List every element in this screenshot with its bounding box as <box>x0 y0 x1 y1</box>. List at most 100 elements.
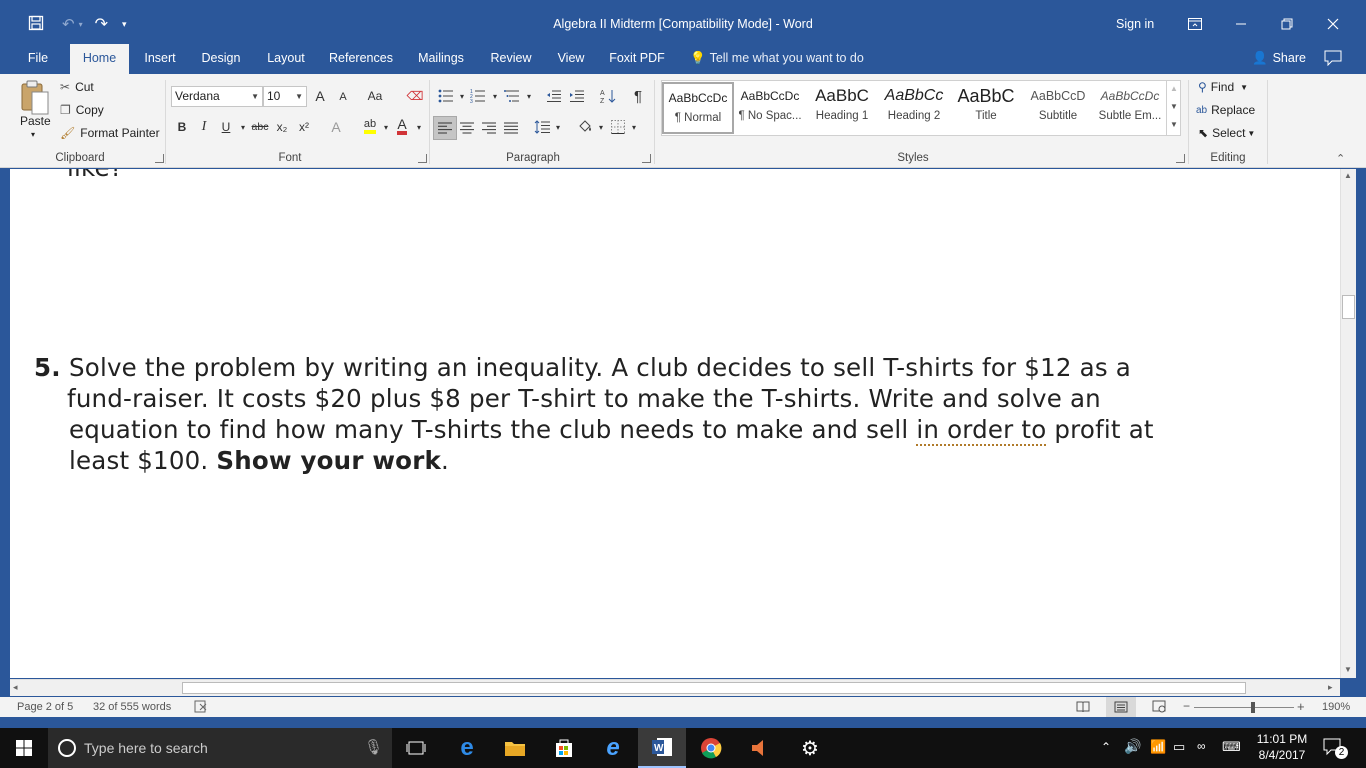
document-canvas[interactable]: like? 5. Solve the problem by writing an… <box>10 169 1340 678</box>
chevron-down-icon[interactable]: ▼ <box>1167 98 1181 116</box>
proofing-icon[interactable] <box>194 700 208 716</box>
word-taskbar-icon[interactable]: W <box>638 728 686 768</box>
align-center-icon[interactable] <box>457 118 477 138</box>
font-size-combo[interactable]: 10 ▼ <box>263 86 307 107</box>
file-explorer-icon[interactable] <box>491 728 539 768</box>
horizontal-scroll-thumb[interactable] <box>182 682 1246 694</box>
comments-icon[interactable] <box>1324 50 1342 69</box>
tab-review[interactable]: Review <box>486 44 536 74</box>
font-size-dropdown-icon[interactable]: ▼ <box>295 87 303 106</box>
show-formatting-button[interactable]: ¶ <box>628 86 648 106</box>
close-button[interactable] <box>1310 0 1356 48</box>
vertical-scrollbar[interactable]: ▲ ▼ <box>1340 169 1356 678</box>
cut-button[interactable]: ✂ Cut <box>60 80 94 94</box>
select-dropdown-icon[interactable]: ▼ <box>1247 129 1255 138</box>
paste-icon[interactable] <box>20 80 50 116</box>
clipboard-launcher-icon[interactable] <box>155 154 164 163</box>
clock[interactable]: 11:01 PM 8/4/2017 <box>1256 731 1308 763</box>
style-no-spacing[interactable]: AaBbCcDc ¶ No Spac... <box>734 82 806 134</box>
styles-scroll[interactable]: ▲ ▼ ▼ <box>1166 80 1181 136</box>
microphone-icon[interactable]: 🎙 <box>364 738 383 756</box>
save-icon[interactable] <box>28 15 46 33</box>
bold-button[interactable]: B <box>172 117 192 137</box>
settings-gear-icon[interactable]: ⚙ <box>786 728 834 768</box>
store-icon[interactable] <box>540 728 588 768</box>
style-subtitle[interactable]: AaBbCcD Subtitle <box>1022 82 1094 134</box>
more-styles-icon[interactable]: ▼ <box>1167 116 1181 134</box>
redo-icon[interactable]: ↷ <box>95 14 108 34</box>
multilevel-dropdown-icon[interactable]: ▾ <box>519 86 539 106</box>
grow-font-button[interactable]: A <box>310 86 330 106</box>
chevron-up-icon[interactable]: ▲ <box>1167 80 1181 98</box>
volume-icon[interactable]: 🔊 <box>1124 738 1141 755</box>
zoom-in-icon[interactable]: + <box>1297 699 1305 714</box>
sort-icon[interactable]: AZ <box>598 86 618 106</box>
print-layout-button[interactable] <box>1106 697 1136 717</box>
format-painter-button[interactable]: 🖌 Format Painter <box>60 126 160 140</box>
font-color-dropdown-icon[interactable]: ▾ <box>409 117 429 137</box>
font-name-dropdown-icon[interactable]: ▼ <box>251 87 259 106</box>
copy-button[interactable]: ❐ Copy <box>60 103 104 117</box>
tab-home[interactable]: Home <box>70 44 129 74</box>
audio-app-icon[interactable] <box>736 728 784 768</box>
paragraph-launcher-icon[interactable] <box>642 154 651 163</box>
clear-formatting-icon[interactable]: ⌫ <box>405 86 425 106</box>
battery-icon[interactable]: ▭ <box>1173 739 1185 755</box>
scroll-up-icon[interactable]: ▲ <box>1344 171 1352 180</box>
italic-button[interactable]: I <box>194 117 214 137</box>
chrome-icon[interactable] <box>687 728 735 768</box>
link-icon[interactable]: ∞ <box>1197 739 1206 753</box>
minimize-button[interactable] <box>1218 0 1264 48</box>
borders-dropdown-icon[interactable]: ▾ <box>624 117 644 137</box>
share-button[interactable]: 👤 Share <box>1252 44 1306 74</box>
undo-dropdown-icon[interactable]: ▾ <box>79 20 83 29</box>
tab-layout[interactable]: Layout <box>260 44 312 74</box>
styles-launcher-icon[interactable] <box>1176 154 1185 163</box>
internet-explorer-icon[interactable]: e <box>589 728 637 768</box>
style-heading-1[interactable]: AaBbC Heading 1 <box>806 82 878 134</box>
windows-start-icon[interactable] <box>0 728 48 768</box>
replace-button[interactable]: ab Replace <box>1196 103 1255 117</box>
paste-button[interactable]: Paste <box>20 114 51 128</box>
page-indicator[interactable]: Page 2 of 5 <box>17 701 73 713</box>
customize-qat-icon[interactable]: ▾ <box>122 19 127 30</box>
horizontal-scrollbar[interactable]: ◂ ▸ <box>10 679 1340 696</box>
web-layout-icon[interactable] <box>1152 700 1166 716</box>
sign-in-link[interactable]: Sign in <box>1116 17 1154 31</box>
restore-button[interactable] <box>1264 0 1310 48</box>
tab-mailings[interactable]: Mailings <box>412 44 470 74</box>
zoom-out-icon[interactable]: − <box>1183 699 1190 713</box>
decrease-indent-icon[interactable] <box>544 86 564 106</box>
scroll-left-icon[interactable]: ◂ <box>13 682 18 693</box>
scroll-right-icon[interactable]: ▸ <box>1328 682 1333 693</box>
grammar-flag[interactable]: in order to <box>916 415 1047 446</box>
style-normal[interactable]: AaBbCcDc ¶ Normal <box>662 82 734 134</box>
line-spacing-dropdown-icon[interactable]: ▾ <box>548 117 568 137</box>
superscript-button[interactable]: x² <box>294 117 314 137</box>
align-right-icon[interactable] <box>479 118 499 138</box>
change-case-button[interactable]: Aa <box>362 86 388 106</box>
style-heading-2[interactable]: AaBbCc Heading 2 <box>878 82 950 134</box>
word-count[interactable]: 32 of 555 words <box>93 701 171 713</box>
show-hidden-icons[interactable]: ⌃ <box>1101 740 1111 754</box>
font-name-combo[interactable]: Verdana ▼ <box>171 86 263 107</box>
increase-indent-icon[interactable] <box>567 86 587 106</box>
subscript-button[interactable]: x₂ <box>272 117 292 137</box>
select-button[interactable]: ⬉ Select ▼ <box>1198 126 1255 140</box>
read-mode-icon[interactable] <box>1076 700 1090 716</box>
scroll-down-icon[interactable]: ▼ <box>1344 665 1352 674</box>
keyboard-icon[interactable]: ⌨ <box>1222 739 1241 755</box>
edge-icon[interactable]: e <box>443 728 491 768</box>
tab-insert[interactable]: Insert <box>139 44 181 74</box>
network-icon[interactable]: 📶 <box>1150 739 1166 755</box>
justify-icon[interactable] <box>501 118 521 138</box>
tab-references[interactable]: References <box>326 44 396 74</box>
tab-file[interactable]: File <box>20 44 56 74</box>
taskbar-search-box[interactable]: Type here to search 🎙 <box>48 728 392 768</box>
style-title[interactable]: AaBbC Title <box>950 82 1022 134</box>
align-left-icon[interactable] <box>433 116 457 140</box>
tab-foxit-pdf[interactable]: Foxit PDF <box>606 44 668 74</box>
ribbon-display-options-icon[interactable] <box>1172 0 1218 48</box>
undo-icon[interactable]: ↶ <box>62 15 75 33</box>
find-button[interactable]: ⚲ Find ▼ <box>1198 80 1248 94</box>
